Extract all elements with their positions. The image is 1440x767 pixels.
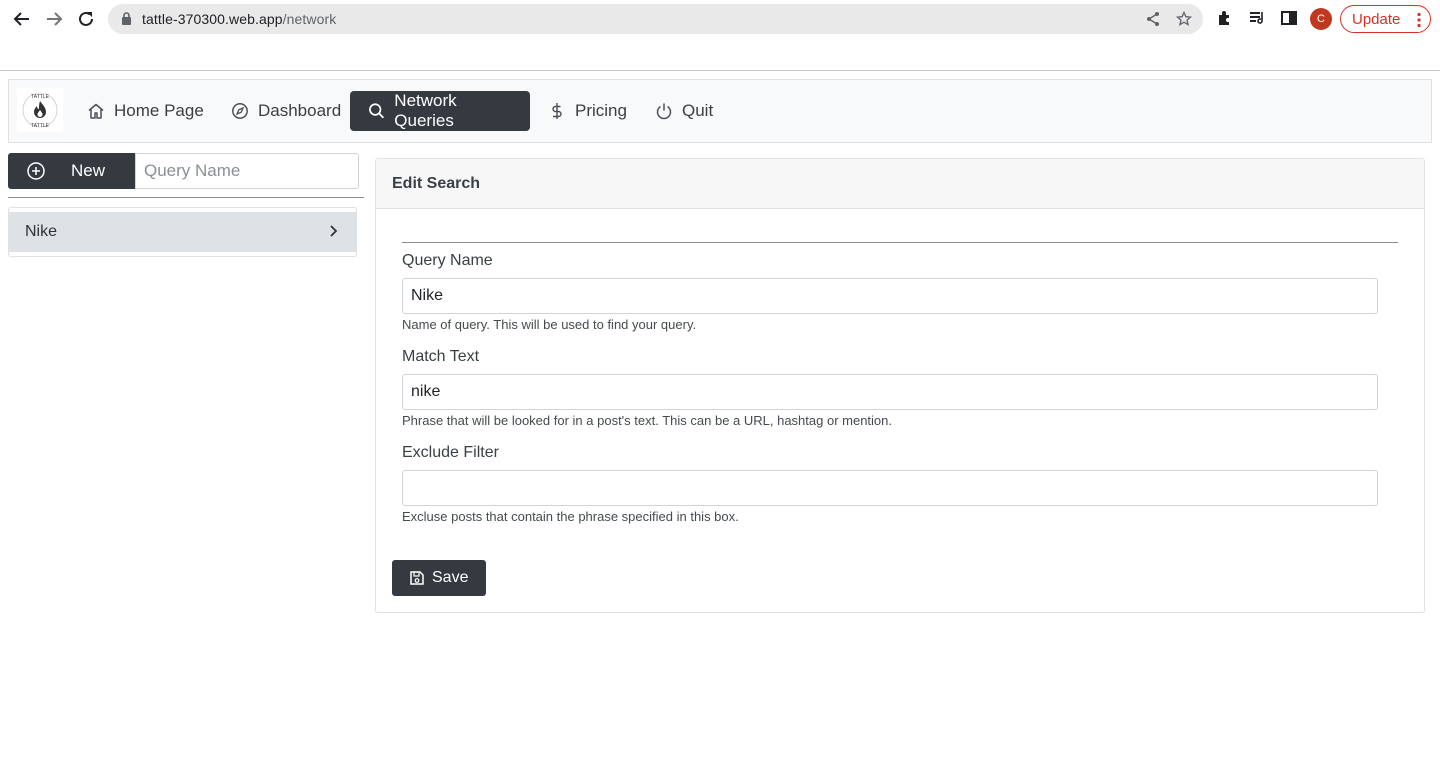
url-text: tattle-370300.web.app/network (142, 11, 336, 27)
save-button[interactable]: Save (392, 560, 486, 596)
lock-icon (121, 12, 132, 30)
nav-pricing-label: Pricing (575, 101, 627, 120)
bookmark-star-icon[interactable] (1175, 10, 1193, 32)
match-text-label: Match Text (402, 348, 480, 365)
query-list-item-label: Nike (25, 223, 58, 240)
more-vert-icon (1417, 12, 1421, 32)
floppy-disk-icon (410, 571, 424, 585)
reload-icon[interactable] (75, 8, 97, 30)
new-query-label: New (71, 161, 106, 180)
browser-toolbar: tattle-370300.web.app/network C Update (0, 0, 1440, 38)
nav-quit[interactable]: Quit (637, 91, 727, 131)
chevron-right-icon (328, 224, 338, 243)
address-bar[interactable]: tattle-370300.web.app/network (108, 4, 1203, 34)
card-title: Edit Search (392, 175, 481, 192)
new-query-name-input[interactable] (135, 153, 359, 189)
svg-text:TATTLE: TATTLE (31, 123, 50, 129)
browser-divider (0, 70, 1440, 71)
search-icon (369, 103, 384, 119)
query-list: Nike (8, 207, 357, 257)
nav-home-page-label: Home Page (114, 101, 204, 120)
query-name-help: Name of query. This will be used to find… (402, 317, 697, 332)
query-list-item[interactable]: Nike (9, 212, 356, 252)
card-header: Edit Search (376, 159, 1424, 209)
share-icon[interactable] (1145, 11, 1161, 32)
query-name-label: Query Name (402, 252, 493, 269)
update-button[interactable]: Update (1340, 5, 1431, 33)
query-name-input[interactable] (402, 278, 1378, 314)
nav-pricing[interactable]: Pricing (530, 91, 641, 131)
edit-search-card: Edit Search Query Name Name of query. Th… (375, 158, 1425, 613)
save-label: Save (432, 569, 469, 586)
exclude-filter-label: Exclude Filter (402, 444, 499, 461)
form-divider (402, 242, 1398, 243)
nav-quit-label: Quit (682, 101, 714, 120)
tattle-logo[interactable]: TATTLE TATTLE (17, 88, 63, 132)
nav-dashboard[interactable]: Dashboard (213, 91, 355, 131)
match-text-help: Phrase that will be looked for in a post… (402, 413, 893, 428)
nav-dashboard-label: Dashboard (258, 101, 342, 120)
url-host: tattle-370300.web.app (142, 11, 283, 27)
exclude-filter-help: Excluse posts that contain the phrase sp… (402, 509, 739, 524)
sidebar-divider (8, 197, 364, 198)
svg-text:TATTLE: TATTLE (31, 94, 50, 100)
match-text-input[interactable] (402, 374, 1378, 410)
url-path: /network (282, 11, 337, 27)
forward-arrow-icon[interactable] (43, 8, 65, 30)
new-query-button[interactable]: New (8, 153, 135, 189)
nav-network-queries[interactable]: Network Queries (350, 91, 530, 131)
compass-icon (232, 103, 248, 119)
back-arrow-icon[interactable] (11, 8, 33, 30)
side-panel-icon[interactable] (1280, 9, 1298, 32)
reading-list-icon[interactable] (1248, 9, 1266, 32)
dollar-icon (552, 103, 562, 119)
profile-avatar[interactable]: C (1310, 8, 1332, 30)
extensions-puzzle-icon[interactable] (1216, 9, 1234, 32)
plus-circle-icon (27, 162, 45, 180)
exclude-filter-input[interactable] (402, 470, 1378, 506)
nav-home-page[interactable]: Home Page (69, 91, 218, 131)
update-label: Update (1352, 10, 1401, 28)
nav-network-queries-label: Network Queries (394, 91, 457, 130)
app-navbar: TATTLE TATTLE Home Page Dashboard Networ… (8, 79, 1432, 143)
power-icon (656, 103, 672, 120)
home-icon (88, 103, 104, 119)
